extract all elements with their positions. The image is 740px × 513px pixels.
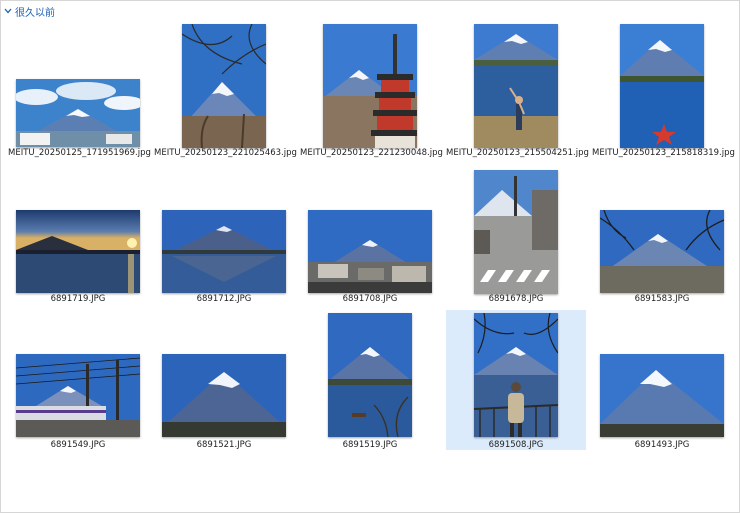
image-thumbnail[interactable] bbox=[474, 24, 558, 148]
file-name: 6891549.JPG bbox=[50, 440, 106, 450]
group-header-label: 很久以前 bbox=[15, 7, 55, 19]
image-thumbnail[interactable] bbox=[474, 313, 558, 437]
chevron-down-icon[interactable] bbox=[3, 6, 13, 16]
image-thumbnail[interactable] bbox=[474, 170, 558, 294]
image-thumbnail[interactable] bbox=[162, 210, 286, 293]
image-thumbnail[interactable] bbox=[600, 210, 724, 293]
file-item[interactable]: 6891519.JPG bbox=[300, 310, 440, 450]
file-item[interactable]: 6891521.JPG bbox=[154, 310, 294, 450]
image-thumbnail[interactable] bbox=[16, 79, 140, 147]
file-name: MEITU_20250123_215504251.jpg bbox=[446, 148, 589, 158]
file-item[interactable]: 6891583.JPG bbox=[592, 164, 732, 304]
group-header[interactable]: 很久以前 bbox=[3, 3, 55, 19]
file-item-selected[interactable]: 6891508.JPG bbox=[446, 310, 586, 450]
image-thumbnail[interactable] bbox=[328, 313, 412, 437]
file-name: 6891712.JPG bbox=[196, 294, 252, 304]
file-item[interactable]: MEITU_20250123_215818319.jpg bbox=[592, 18, 735, 158]
file-name: 6891583.JPG bbox=[634, 294, 690, 304]
file-item[interactable]: MEITU_20250123_221025463.jpg bbox=[154, 18, 297, 158]
image-thumbnail[interactable] bbox=[16, 354, 140, 437]
file-name: 6891521.JPG bbox=[196, 440, 252, 450]
file-name: 6891519.JPG bbox=[342, 440, 398, 450]
file-name: MEITU_20250123_221230048.jpg bbox=[300, 148, 443, 158]
image-thumbnail[interactable] bbox=[16, 210, 140, 293]
file-item[interactable]: 6891719.JPG bbox=[8, 164, 148, 304]
file-name: 6891678.JPG bbox=[488, 294, 544, 304]
image-thumbnail[interactable] bbox=[323, 24, 417, 148]
file-name: 6891719.JPG bbox=[50, 294, 106, 304]
file-name: 6891508.JPG bbox=[488, 440, 544, 450]
file-item[interactable]: 6891678.JPG bbox=[446, 164, 586, 304]
file-item[interactable]: MEITU_20250123_215504251.jpg bbox=[446, 18, 589, 158]
file-item[interactable]: 6891549.JPG bbox=[8, 310, 148, 450]
image-thumbnail[interactable] bbox=[600, 354, 724, 437]
file-name: 6891493.JPG bbox=[634, 440, 690, 450]
file-name: MEITU_20250123_215818319.jpg bbox=[592, 148, 735, 158]
file-item[interactable]: MEITU_20250125_171951969.jpg bbox=[8, 18, 151, 158]
file-item[interactable]: 6891712.JPG bbox=[154, 164, 294, 304]
image-thumbnail[interactable] bbox=[308, 210, 432, 293]
image-thumbnail[interactable] bbox=[162, 354, 286, 437]
file-name: MEITU_20250123_221025463.jpg bbox=[154, 148, 297, 158]
image-thumbnail[interactable] bbox=[182, 24, 266, 148]
file-item[interactable]: 6891493.JPG bbox=[592, 310, 732, 450]
file-name: 6891708.JPG bbox=[342, 294, 398, 304]
image-thumbnail[interactable] bbox=[620, 24, 704, 148]
file-item[interactable]: MEITU_20250123_221230048.jpg bbox=[300, 18, 443, 158]
file-item[interactable]: 6891708.JPG bbox=[300, 164, 440, 304]
file-name: MEITU_20250125_171951969.jpg bbox=[8, 148, 151, 158]
